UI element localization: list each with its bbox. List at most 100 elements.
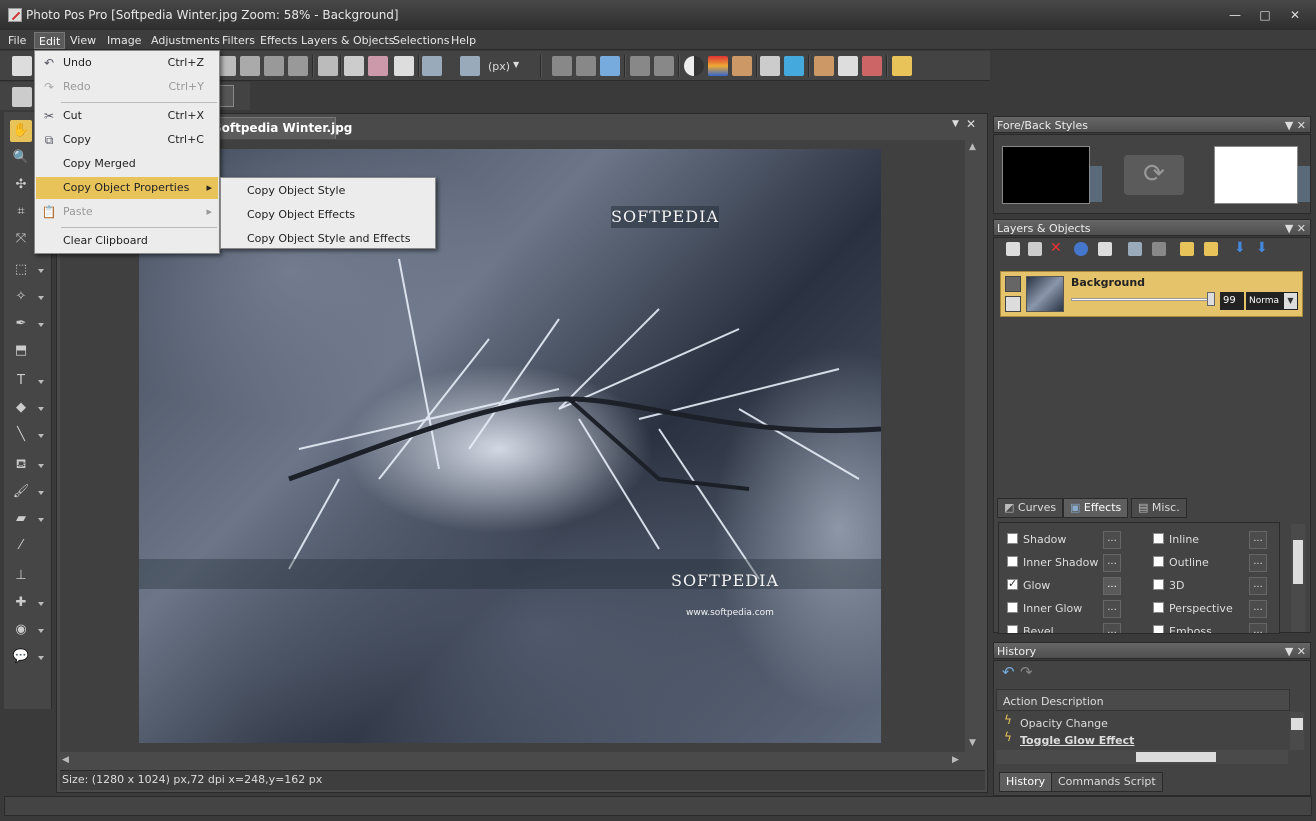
- line-tool-icon[interactable]: ╲: [10, 424, 32, 446]
- paste-new-icon[interactable]: [240, 56, 260, 76]
- menu-view[interactable]: View: [66, 32, 100, 49]
- menu-image[interactable]: Image: [103, 32, 145, 49]
- ungroup-icon[interactable]: [1204, 242, 1218, 256]
- undo-icon[interactable]: ↶: [1002, 663, 1015, 681]
- crop-tool-icon[interactable]: ⌗: [10, 201, 32, 223]
- speech-bubble-icon[interactable]: 💬: [10, 646, 32, 668]
- red-eye-tool-icon[interactable]: ◉: [10, 619, 32, 641]
- menu-copy-object-properties[interactable]: Copy Object Properties ▸: [36, 177, 218, 199]
- ruler-icon[interactable]: [368, 56, 388, 76]
- new-file-icon[interactable]: [12, 56, 32, 76]
- checkbox-outline[interactable]: [1153, 556, 1164, 567]
- tab-curves[interactable]: ◩ Curves: [997, 498, 1064, 518]
- background-swatch[interactable]: [1214, 146, 1298, 204]
- history-row-toggle-glow[interactable]: Toggle Glow Effect: [1020, 734, 1134, 747]
- photo-filter-icon[interactable]: [838, 56, 858, 76]
- fill-bucket-icon[interactable]: ⛾: [10, 454, 32, 476]
- checkbox-glow[interactable]: [1007, 577, 1018, 590]
- eraser-tool-icon[interactable]: ▰: [10, 508, 32, 530]
- print-preview-icon[interactable]: [318, 56, 338, 76]
- menu-filters[interactable]: Filters: [218, 32, 259, 49]
- checkbox-shadow[interactable]: [1007, 533, 1018, 544]
- emboss-settings-button[interactable]: ...: [1249, 623, 1267, 633]
- 3d-settings-button[interactable]: ...: [1249, 577, 1267, 595]
- back-style-button[interactable]: [1298, 166, 1310, 202]
- tab-history[interactable]: History: [999, 772, 1053, 792]
- paste-object-icon[interactable]: [288, 56, 308, 76]
- new-layer-icon[interactable]: [1006, 242, 1020, 256]
- hand-tool-icon[interactable]: ✋: [10, 120, 32, 142]
- shadow-settings-button[interactable]: ...: [1103, 531, 1121, 549]
- unit-select[interactable]: (px): [488, 60, 510, 73]
- history-hscroll-thumb[interactable]: [1136, 752, 1216, 762]
- submenu-copy-object-style-effects[interactable]: Copy Object Style and Effects: [247, 232, 410, 245]
- paste-layer-icon[interactable]: [264, 56, 284, 76]
- rotate-right-icon[interactable]: [576, 56, 596, 76]
- checkbox-emboss[interactable]: [1153, 625, 1164, 633]
- submenu-copy-object-effects[interactable]: Copy Object Effects: [247, 208, 355, 221]
- unlink-icon[interactable]: [1152, 242, 1166, 256]
- measure-icon[interactable]: [460, 56, 480, 76]
- duplicate-layer-icon[interactable]: [1028, 242, 1042, 256]
- panel-controls-icon[interactable]: ▼ ✕: [1285, 117, 1306, 134]
- submenu-copy-object-style[interactable]: Copy Object Style: [247, 184, 345, 197]
- tab-commands-script[interactable]: Commands Script: [1051, 772, 1163, 792]
- minimize-button[interactable]: —: [1224, 6, 1246, 24]
- move-down-icon[interactable]: ⬇: [1234, 240, 1246, 256]
- menu-copy-merged[interactable]: Copy Merged: [36, 153, 218, 175]
- layer-visibility-icon[interactable]: [1005, 276, 1021, 292]
- opacity-slider[interactable]: [1071, 298, 1213, 301]
- layer-row-background[interactable]: Background 99 Norma ▼: [1000, 271, 1303, 317]
- panel-controls-icon[interactable]: ▼ ✕: [1285, 643, 1306, 660]
- perspective-settings-button[interactable]: ...: [1249, 600, 1267, 618]
- menu-paste[interactable]: 📋 Paste ▸: [36, 201, 218, 223]
- glow-settings-button[interactable]: ...: [1103, 577, 1121, 595]
- doc-close-icon[interactable]: ✕: [966, 117, 976, 131]
- horizontal-scrollbar[interactable]: ◀ ▶: [60, 753, 965, 769]
- menu-redo[interactable]: ↷ Redo Ctrl+Y: [36, 76, 218, 98]
- close-button[interactable]: ✕: [1284, 6, 1306, 24]
- layer-lock-icon[interactable]: [1005, 296, 1021, 312]
- foreground-swatch[interactable]: [1002, 146, 1090, 204]
- history-hscroll[interactable]: [996, 750, 1288, 764]
- delete-layer-icon[interactable]: ✕: [1050, 240, 1062, 256]
- tab-misc[interactable]: ▤ Misc.: [1131, 498, 1187, 518]
- checkbox-inline[interactable]: [1153, 533, 1164, 544]
- scroll-right-icon[interactable]: ▶: [952, 755, 959, 765]
- move-bottom-icon[interactable]: ⬇: [1256, 240, 1268, 256]
- history-vscroll[interactable]: [1290, 712, 1304, 750]
- scroll-left-icon[interactable]: ◀: [62, 755, 69, 765]
- grid-icon[interactable]: [344, 56, 364, 76]
- maximize-button[interactable]: □: [1254, 6, 1276, 24]
- bevel-settings-button[interactable]: ...: [1103, 623, 1121, 633]
- menu-layers-objects[interactable]: Layers & Objects: [297, 32, 399, 49]
- stamp-tool-icon[interactable]: ⊥: [10, 565, 32, 587]
- effects-scroll-thumb[interactable]: [1293, 540, 1303, 584]
- vertical-scrollbar[interactable]: ▲ ▼: [965, 140, 983, 752]
- history-vscroll-thumb[interactable]: [1291, 718, 1303, 730]
- inner-glow-settings-button[interactable]: ...: [1103, 600, 1121, 618]
- opacity-value[interactable]: 99: [1220, 292, 1244, 310]
- eyedropper-icon[interactable]: ⁄: [10, 535, 32, 557]
- zoom-tool-icon[interactable]: [12, 87, 32, 107]
- menu-copy[interactable]: ⧉ Copy Ctrl+C: [36, 129, 218, 151]
- inline-settings-button[interactable]: ...: [1249, 531, 1267, 549]
- chevron-down-icon[interactable]: ▼: [1284, 293, 1297, 309]
- frame-icon[interactable]: [394, 56, 414, 76]
- contrast-icon[interactable]: [684, 56, 704, 76]
- rotate-free-icon[interactable]: [600, 56, 620, 76]
- shapes-tool-icon[interactable]: ◆: [10, 397, 32, 419]
- scroll-up-icon[interactable]: ▲: [969, 142, 976, 152]
- hue-saturation-icon[interactable]: [732, 56, 752, 76]
- image-settings-icon[interactable]: [422, 56, 442, 76]
- outline-settings-button[interactable]: ...: [1249, 554, 1267, 572]
- flip-horizontal-icon[interactable]: [630, 56, 650, 76]
- brush-tool-icon[interactable]: 🖌: [10, 481, 32, 503]
- menu-adjustments[interactable]: Adjustments: [147, 32, 224, 49]
- menu-undo[interactable]: ↶ Undo Ctrl+Z: [36, 52, 218, 74]
- selection-tool-icon[interactable]: ⬚: [10, 259, 32, 281]
- checkbox-perspective[interactable]: [1153, 602, 1164, 613]
- pen-tool-icon[interactable]: ✒: [10, 313, 32, 335]
- menu-help[interactable]: Help: [447, 32, 480, 49]
- straighten-tool-icon[interactable]: ⤧: [10, 228, 32, 250]
